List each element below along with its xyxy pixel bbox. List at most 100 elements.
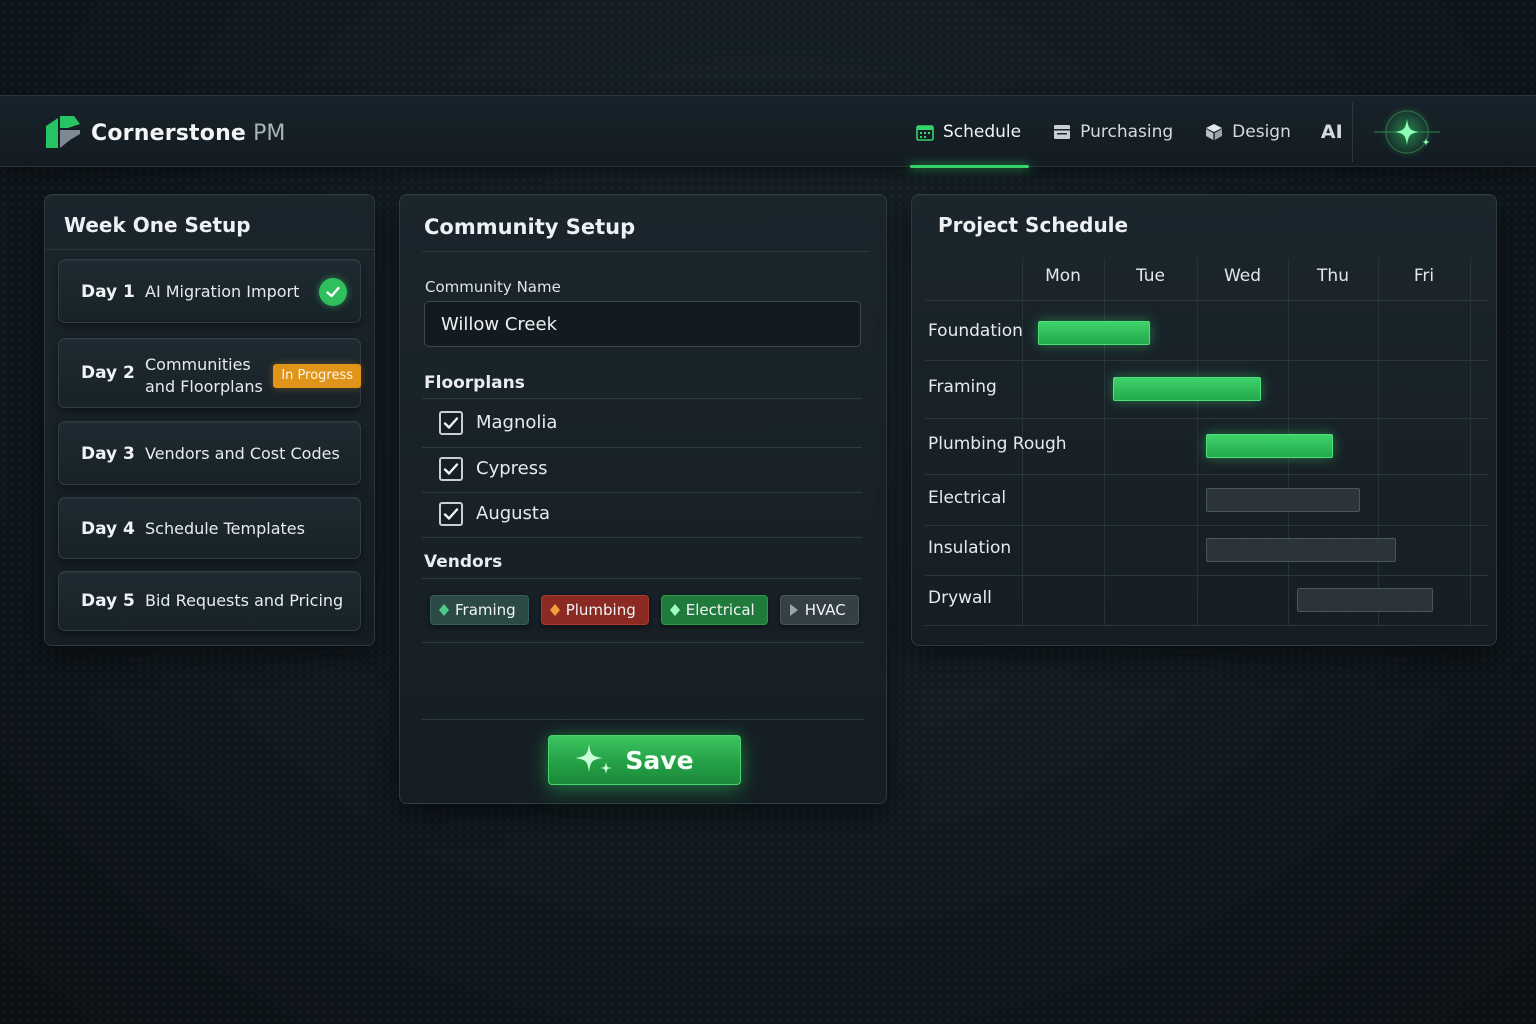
gantt-day-header: Wed bbox=[1223, 266, 1262, 286]
gantt-day-header: Mon bbox=[1045, 266, 1081, 286]
cart-icon bbox=[1054, 125, 1071, 139]
brand[interactable]: Cornerstone PM bbox=[44, 114, 285, 152]
gantt-bar-pending[interactable] bbox=[1297, 588, 1434, 612]
day-label-line: Communities bbox=[145, 355, 251, 374]
gantt-day-header: Tue bbox=[1135, 266, 1166, 286]
ai-assistant-button[interactable] bbox=[1372, 102, 1442, 162]
gantt-task-label: Plumbing Rough bbox=[928, 434, 1067, 454]
project-schedule-panel: Project Schedule Mon Tue Wed Thu Fri Foundati… bbox=[911, 194, 1497, 646]
gantt-day-header: Thu bbox=[1317, 266, 1349, 286]
floorplan-label: Augusta bbox=[476, 503, 551, 524]
floorplan-label: Magnolia bbox=[476, 412, 558, 433]
floorplans-label: Floorplans bbox=[424, 373, 525, 393]
nav-label-purchasing: Purchasing bbox=[1080, 122, 1174, 142]
calendar-icon bbox=[916, 125, 934, 141]
community-setup-panel: Community Setup Community Name Floorplan… bbox=[399, 194, 887, 804]
gantt-bar-pending[interactable] bbox=[1206, 538, 1397, 562]
gantt-row-rule bbox=[925, 418, 1488, 419]
community-name-label: Community Name bbox=[425, 278, 561, 296]
brand-name: Cornerstone bbox=[91, 120, 247, 146]
status-badge-in-progress: In Progress bbox=[273, 364, 361, 388]
nav-label-schedule: Schedule bbox=[943, 122, 1022, 142]
day-number: Day 2 bbox=[81, 363, 135, 383]
nav-item-purchasing[interactable]: Purchasing bbox=[1041, 96, 1185, 168]
nav-divider bbox=[1352, 102, 1353, 162]
gantt-row-rule bbox=[925, 625, 1488, 626]
gantt-column-rule bbox=[1378, 258, 1379, 625]
gantt-task-label: Drywall bbox=[928, 588, 992, 608]
diamond-icon bbox=[549, 604, 560, 616]
gantt-row-rule bbox=[925, 575, 1488, 576]
gantt-bar-done[interactable] bbox=[1206, 434, 1333, 458]
week-one-setup-panel: Week One Setup Day 1 AI Migration Import… bbox=[44, 194, 375, 646]
day-card-4[interactable]: Day 4 Schedule Templates bbox=[58, 497, 361, 559]
day-label: Bid Requests and Pricing bbox=[145, 591, 344, 610]
gantt-row-rule bbox=[925, 360, 1488, 361]
vendor-tags: Framing Plumbing Electrical HVAC bbox=[430, 595, 871, 625]
floorplan-row-augusta[interactable]: Augusta bbox=[424, 491, 864, 536]
sparkle-icon bbox=[1374, 106, 1440, 158]
vendor-tag-plumbing[interactable]: Plumbing bbox=[540, 595, 649, 625]
cube-icon bbox=[1206, 124, 1223, 140]
vendor-tag-label: Framing bbox=[455, 601, 516, 619]
top-nav-bar: Cornerstone PM Schedule Purchasing Desig… bbox=[0, 95, 1536, 168]
vendor-tag-hvac[interactable]: HVAC bbox=[779, 595, 859, 625]
checkmark-icon bbox=[443, 416, 459, 429]
checkmark-icon bbox=[443, 507, 459, 520]
floorplan-row-cypress[interactable]: Cypress bbox=[424, 446, 864, 491]
gantt-header-rule bbox=[925, 300, 1488, 301]
vendors-label: Vendors bbox=[424, 552, 503, 572]
save-button[interactable]: Save bbox=[548, 735, 741, 785]
panel-title-week-one: Week One Setup bbox=[64, 213, 251, 237]
gantt-bar-pending[interactable] bbox=[1206, 487, 1360, 512]
day-number: Day 1 bbox=[81, 282, 135, 302]
vendor-tag-electrical[interactable]: Electrical bbox=[660, 595, 768, 625]
cornerstone-logo-icon bbox=[46, 116, 80, 148]
gantt-task-label: Insulation bbox=[928, 538, 1012, 558]
nav-item-schedule[interactable]: Schedule bbox=[904, 96, 1033, 168]
play-icon bbox=[789, 604, 798, 616]
vendor-tag-label: HVAC bbox=[804, 601, 846, 619]
nav-item-design[interactable]: Design bbox=[1193, 96, 1303, 168]
floorplan-checkbox[interactable] bbox=[439, 456, 463, 481]
divider bbox=[422, 398, 862, 399]
floorplan-checkbox[interactable] bbox=[439, 410, 463, 435]
gantt-task-label: Framing bbox=[928, 377, 997, 397]
nav-item-ai[interactable]: AI bbox=[1321, 121, 1343, 143]
vendor-tag-label: Plumbing bbox=[565, 601, 636, 619]
divider bbox=[422, 642, 864, 643]
complete-check-icon bbox=[319, 278, 347, 306]
day-card-1[interactable]: Day 1 AI Migration Import bbox=[58, 259, 361, 323]
nav-label-design: Design bbox=[1232, 122, 1291, 142]
day-label: Communities and Floorplans bbox=[145, 354, 263, 398]
day-card-5[interactable]: Day 5 Bid Requests and Pricing bbox=[58, 571, 361, 631]
divider bbox=[422, 537, 862, 538]
gantt-column-rule bbox=[1470, 258, 1471, 625]
gantt-bar-done[interactable] bbox=[1113, 377, 1261, 401]
divider bbox=[45, 249, 374, 250]
floorplan-checkbox[interactable] bbox=[439, 501, 463, 526]
floorplan-row-magnolia[interactable]: Magnolia bbox=[424, 400, 864, 445]
divider bbox=[422, 719, 864, 720]
day-label-line: and Floorplans bbox=[145, 377, 263, 396]
panel-title-community-setup: Community Setup bbox=[424, 215, 636, 239]
main-nav: Schedule Purchasing Design AI bbox=[904, 96, 1343, 168]
gantt-bar-done[interactable] bbox=[1038, 320, 1151, 345]
day-card-3[interactable]: Day 3 Vendors and Cost Codes bbox=[58, 421, 361, 485]
day-number: Day 4 bbox=[81, 519, 135, 539]
divider bbox=[422, 251, 870, 252]
gantt-column-rule bbox=[1197, 258, 1198, 625]
day-label: Schedule Templates bbox=[145, 519, 305, 538]
gantt-day-header: Fri bbox=[1413, 266, 1435, 286]
day-number: Day 3 bbox=[81, 444, 135, 464]
save-button-label: Save bbox=[625, 745, 694, 775]
sparkle-icon bbox=[575, 744, 613, 774]
community-name-input[interactable] bbox=[424, 301, 861, 347]
gantt-column-rule bbox=[1104, 258, 1105, 625]
vendor-tag-framing[interactable]: Framing bbox=[430, 595, 529, 625]
gantt-row-rule bbox=[925, 474, 1488, 475]
diamond-icon bbox=[669, 604, 680, 616]
day-card-2[interactable]: Day 2 Communities and Floorplans In Prog… bbox=[58, 338, 361, 408]
day-label: Vendors and Cost Codes bbox=[145, 444, 340, 463]
floorplan-label: Cypress bbox=[476, 458, 548, 479]
